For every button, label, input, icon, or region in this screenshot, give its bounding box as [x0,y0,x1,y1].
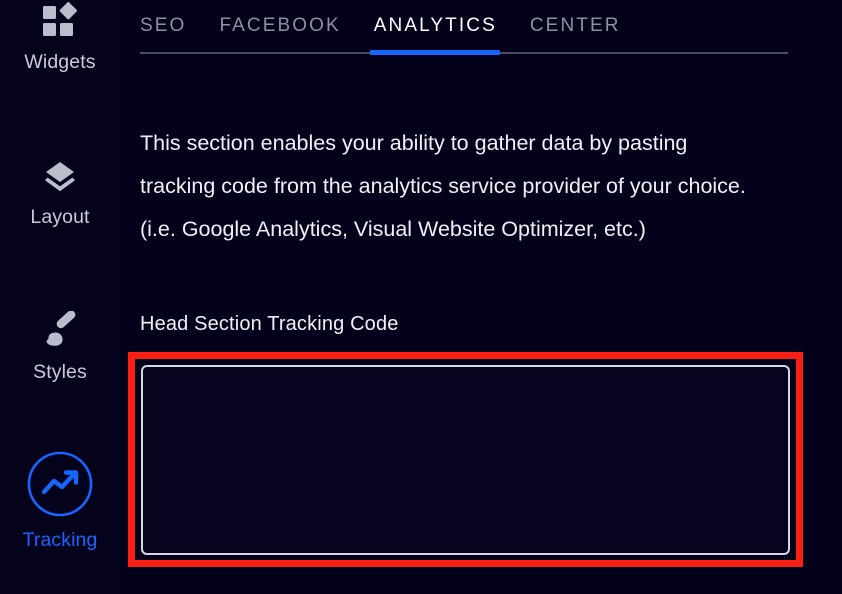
tab-analytics[interactable]: ANALYTICS [374,12,497,40]
tab-center[interactable]: CENTER [530,12,621,40]
section-description: This section enables your ability to gat… [140,130,746,241]
main-panel: SEO FACEBOOK ANALYTICS CENTER This secti… [120,0,842,594]
sidebar-item-styles[interactable]: Styles [0,308,120,384]
active-tab-indicator [370,50,500,55]
sidebar-item-label: Layout [30,206,90,228]
app-window: Widgets Layout Styles Tracking SEO FACEB… [0,0,842,594]
widgets-icon [0,0,120,44]
tab-facebook[interactable]: FACEBOOK [219,12,340,40]
sidebar-item-widgets[interactable]: Widgets [0,0,120,74]
layers-icon [0,153,120,199]
head-tracking-code-input[interactable] [141,365,790,555]
head-tracking-code-label: Head Section Tracking Code [140,313,399,335]
sidebar: Widgets Layout Styles Tracking [0,0,120,594]
paintbrush-icon [0,308,120,354]
tab-seo[interactable]: SEO [140,12,186,40]
sidebar-item-label: Widgets [24,51,96,73]
sidebar-item-label: Tracking [22,529,98,551]
sidebar-item-label: Styles [33,361,87,383]
sidebar-item-tracking[interactable]: Tracking [0,446,120,552]
sidebar-item-layout[interactable]: Layout [0,153,120,229]
tab-bar: SEO FACEBOOK ANALYTICS CENTER [140,8,810,44]
trending-up-circle-icon [0,446,120,522]
